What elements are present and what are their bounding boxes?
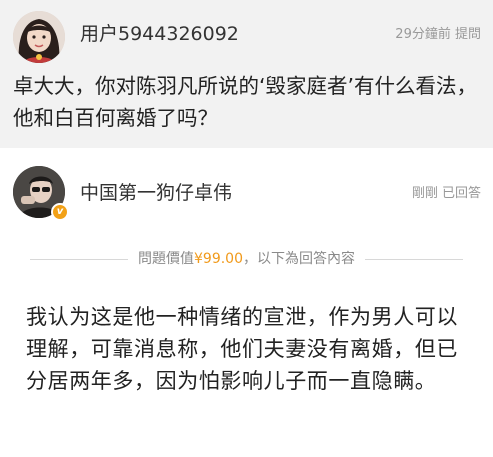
question-text: 卓大大，你对陈羽凡所说的‘毁家庭者’有什么看法，他和白百何离婚了吗？: [13, 74, 478, 130]
divider-left: [30, 258, 128, 260]
girl-avatar-icon: [13, 11, 65, 63]
price-label: 問題價值: [138, 251, 194, 267]
answer-user-name[interactable]: 中国第一狗仔卓伟: [80, 181, 232, 205]
question-time: 29分鐘前: [395, 27, 451, 42]
question-user-avatar[interactable]: [13, 11, 65, 63]
verified-v-icon: v: [51, 203, 69, 221]
answer-text: 我认为这是他一种情绪的宣泄，作为男人可以理解，可靠消息称，他们夫妻没有离婚，但已…: [26, 305, 458, 393]
answer-header: v 中国第一狗仔卓伟 剛剛 已回答: [0, 148, 493, 228]
price-value: ¥99.00: [194, 251, 243, 267]
answer-time: 剛剛: [411, 186, 438, 201]
answer-status: 已回答: [441, 186, 481, 201]
price-suffix: ，以下為回答內容: [243, 251, 355, 267]
question-meta: 29分鐘前 提問: [395, 26, 481, 44]
question-card: 用户5944326092 29分鐘前 提問 卓大大，你对陈羽凡所说的‘毁家庭者’…: [0, 0, 493, 148]
price-text: 問題價值¥99.00，以下為回答內容: [128, 249, 365, 269]
answer-meta: 剛剛 已回答: [412, 185, 481, 203]
question-price-divider: 問題價值¥99.00，以下為回答內容: [30, 248, 463, 270]
divider-right: [365, 258, 463, 260]
question-action: 提問: [454, 27, 481, 42]
question-user-name[interactable]: 用户5944326092: [80, 22, 239, 46]
